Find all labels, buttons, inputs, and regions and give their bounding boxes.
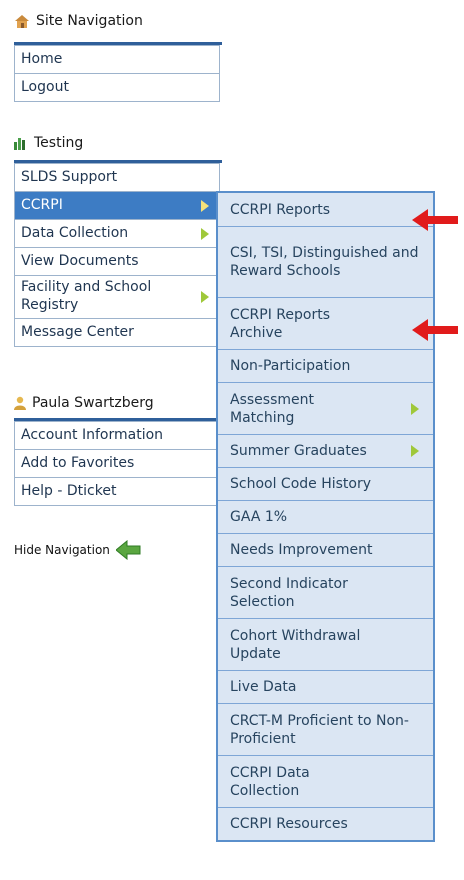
nav-item-label: Add to Favorites (21, 455, 135, 471)
submenu-item-label: CRCT-M Proficient to Non-Proficient (230, 712, 409, 747)
submenu-item-summer-graduates[interactable]: Summer Graduates (218, 435, 433, 468)
nav-item-label: Help - Dticket (21, 483, 117, 499)
submenu-item-second-indicator-selection[interactable]: Second Indicator Selection (218, 567, 433, 619)
red-arrow-annotation-icon (412, 209, 458, 231)
nav-item-label: Home (21, 51, 63, 67)
hide-navigation-label: Hide Navigation (14, 543, 110, 557)
user-icon (14, 396, 26, 410)
nav-item-label: CCRPI (21, 197, 63, 213)
submenu-item-gaa-1-percent[interactable]: GAA 1% (218, 501, 433, 534)
submenu-item-non-participation[interactable]: Non-Participation (218, 350, 433, 383)
submenu-item-label: CCRPI Reports Archive (230, 306, 331, 341)
submenu-item-label: CCRPI Reports (230, 201, 331, 218)
submenu-item-ccrpi-data-collection[interactable]: CCRPI Data Collection (218, 756, 433, 808)
submenu-item-needs-improvement[interactable]: Needs Improvement (218, 534, 433, 567)
submenu-item-label: GAA 1% (230, 509, 288, 525)
nav-item-ccrpi[interactable]: CCRPI (15, 191, 219, 219)
red-arrow-annotation-icon (412, 319, 458, 341)
submenu-item-label: School Code History (230, 476, 372, 492)
bar-chart-icon (14, 138, 25, 150)
submenu-item-label: CCRPI Data Collection (230, 764, 310, 799)
submenu-item-csi-tsi[interactable]: CSI, TSI, Distinguished and Reward Schoo… (218, 227, 433, 298)
site-navigation-title: Site Navigation (36, 13, 143, 29)
site-navigation-menu: Home Logout (14, 45, 220, 102)
user-menu: Account Information Add to Favorites Hel… (14, 421, 220, 506)
home-icon (15, 15, 29, 28)
nav-item-view-documents[interactable]: View Documents (15, 247, 219, 275)
submenu-arrow-icon (201, 227, 209, 240)
nav-item-slds-support[interactable]: SLDS Support (15, 163, 219, 191)
submenu-item-assessment-matching[interactable]: Assessment Matching (218, 383, 433, 435)
submenu-item-label: Assessment Matching (230, 391, 314, 426)
user-header: Paula Swartzberg (14, 390, 154, 416)
submenu-item-ccrpi-reports-archive[interactable]: CCRPI Reports Archive (218, 298, 433, 350)
back-arrow-icon (115, 540, 141, 560)
nav-item-message-center[interactable]: Message Center (15, 318, 219, 346)
nav-item-label: Facility and School Registry (21, 279, 152, 313)
nav-item-label: View Documents (21, 253, 139, 269)
submenu-item-ccrpi-reports[interactable]: CCRPI Reports (218, 193, 433, 227)
testing-title: Testing (34, 135, 84, 151)
submenu-item-label: CCRPI Resources (230, 816, 348, 832)
submenu-item-cohort-withdrawal-update[interactable]: Cohort Withdrawal Update (218, 619, 433, 671)
submenu-item-label: CSI, TSI, Distinguished and Reward Schoo… (230, 245, 419, 279)
submenu-item-label: Non-Participation (230, 358, 351, 374)
nav-item-label: Logout (21, 79, 69, 95)
testing-header: Testing (14, 130, 83, 156)
submenu-item-label: Cohort Withdrawal Update (230, 627, 361, 662)
submenu-item-label: Needs Improvement (230, 542, 373, 558)
submenu-item-crct-m-proficient[interactable]: CRCT-M Proficient to Non-Proficient (218, 704, 433, 756)
nav-item-add-to-favorites[interactable]: Add to Favorites (15, 449, 219, 477)
nav-item-help-dticket[interactable]: Help - Dticket (15, 477, 219, 505)
submenu-item-label: Second Indicator Selection (230, 575, 348, 610)
submenu-arrow-icon (201, 291, 209, 303)
nav-item-label: SLDS Support (21, 169, 118, 185)
submenu-item-label: Summer Graduates (230, 443, 367, 459)
submenu-arrow-icon (411, 445, 419, 457)
submenu-item-school-code-history[interactable]: School Code History (218, 468, 433, 501)
user-name: Paula Swartzberg (32, 395, 154, 411)
nav-item-logout[interactable]: Logout (15, 73, 219, 101)
nav-item-home[interactable]: Home (15, 45, 219, 73)
submenu-arrow-icon (411, 402, 419, 415)
testing-menu: SLDS Support CCRPI Data Collection View … (14, 163, 220, 347)
ccrpi-submenu: CCRPI Reports CSI, TSI, Distinguished an… (216, 191, 435, 842)
site-navigation-header: Site Navigation (14, 8, 143, 34)
submenu-arrow-icon (201, 199, 209, 212)
nav-item-label: Data Collection (21, 225, 129, 241)
submenu-item-live-data[interactable]: Live Data (218, 671, 433, 704)
hide-navigation-link[interactable]: Hide Navigation (14, 540, 142, 560)
nav-item-account-information[interactable]: Account Information (15, 421, 219, 449)
submenu-item-label: Live Data (230, 679, 297, 695)
nav-item-data-collection[interactable]: Data Collection (15, 219, 219, 247)
nav-item-label: Account Information (21, 427, 164, 443)
nav-item-facility-registry[interactable]: Facility and School Registry (15, 275, 219, 318)
submenu-item-ccrpi-resources[interactable]: CCRPI Resources (218, 808, 433, 840)
nav-item-label: Message Center (21, 324, 134, 340)
